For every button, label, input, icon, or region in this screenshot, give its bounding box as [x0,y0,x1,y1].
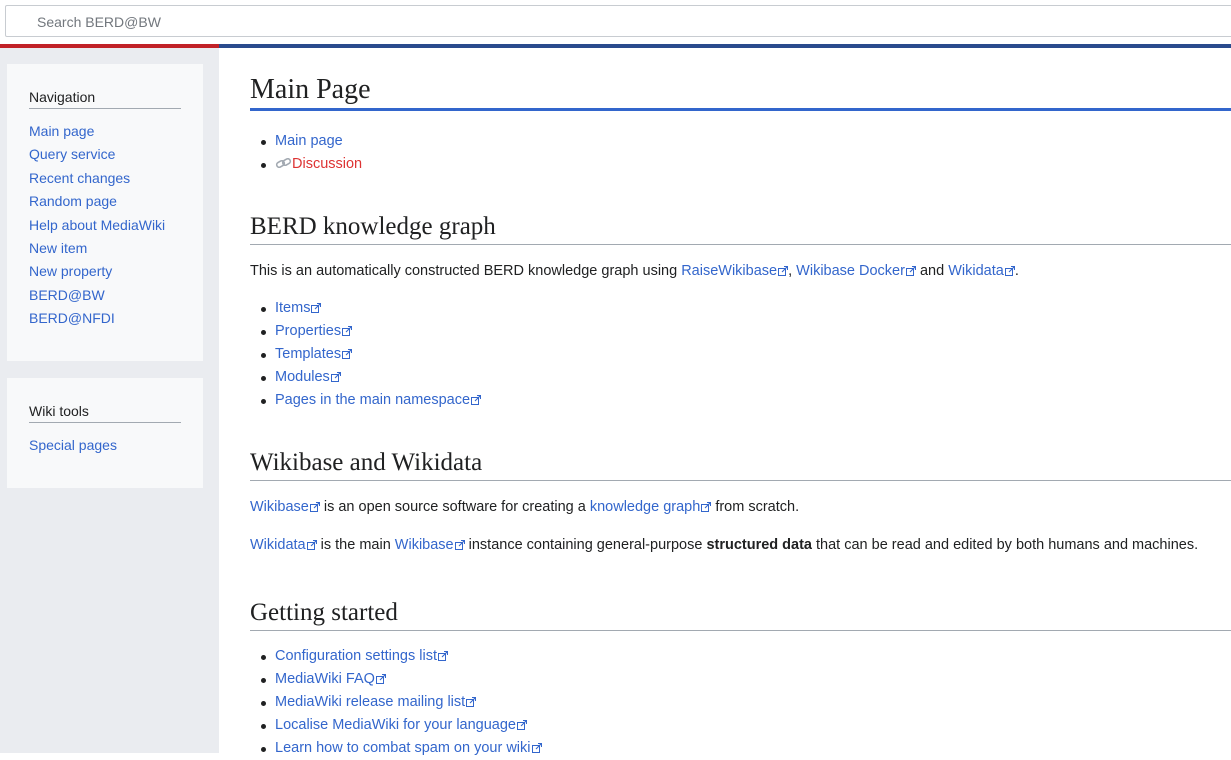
external-link-icon [531,743,542,753]
berd-intro: This is an automatically constructed BER… [250,261,1231,281]
wikidata-text-3: that can be read and edited by both huma… [812,537,1199,553]
configuration-settings-link[interactable]: Configuration settings list [275,648,437,664]
wikibase-text-2: from scratch. [711,499,800,515]
sidebar-item-berd-bw: BERD@BW [29,284,181,307]
page-title: Main Page [250,74,1231,111]
list-item: Items [261,297,1231,320]
sidebar-link-random-page[interactable]: Random page [29,193,117,209]
list-item: MediaWiki FAQ [261,668,1231,691]
external-link-icon [330,372,341,382]
external-link-icon [342,326,353,336]
section-heading-berd: BERD knowledge graph [250,211,1231,245]
external-link-icon [701,502,712,512]
properties-link[interactable]: Properties [275,323,341,339]
wiki-tools-list: Special pages [29,434,181,457]
getting-started-list: Configuration settings list MediaWiki FA… [250,645,1231,760]
section-heading-getting-started: Getting started [250,597,1231,631]
list-item: Configuration settings list [261,645,1231,668]
sidebar-link-recent-changes[interactable]: Recent changes [29,170,130,186]
external-link-icon [905,266,916,276]
sidebar-link-berd-nfdi[interactable]: BERD@NFDI [29,310,115,326]
berd-sep2: and [915,263,949,279]
tab-main-page: Main page [261,130,1231,153]
list-item: Templates [261,343,1231,366]
wikibase-text-1: is an open source software for creating … [319,499,590,515]
sidebar-item-special-pages: Special pages [29,434,181,457]
sidebar-item-help: Help about MediaWiki [29,214,181,237]
tab-discussion-link[interactable]: Discussion [292,156,362,172]
berd-end: . [1014,263,1019,279]
list-item: Pages in the main namespace [261,389,1231,412]
mediawiki-faq-link[interactable]: MediaWiki FAQ [275,671,375,687]
sidebar-link-help[interactable]: Help about MediaWiki [29,217,165,233]
navigation-list: Main page Query service Recent changes R… [29,120,181,331]
sidebar-item-berd-nfdi: BERD@NFDI [29,307,181,330]
berd-sep1: , [788,263,797,279]
sidebar-item-main-page: Main page [29,120,181,143]
wikidata-link[interactable]: Wikidata [948,263,1004,279]
external-link-icon [438,651,448,661]
search-box[interactable] [5,5,1231,37]
berd-links-list: Items Properties Templates Modules Pages… [250,297,1231,412]
tab-discussion: Discussion [261,153,1231,176]
sidebar-link-new-property[interactable]: New property [29,263,112,279]
tab-main-page-link[interactable]: Main page [275,133,343,149]
list-item: Properties [261,320,1231,343]
structured-data-bold: structured data [706,537,812,553]
knowledge-graph-link[interactable]: knowledge graph [590,499,700,515]
berd-intro-text: This is an automatically constructed BER… [250,263,682,279]
external-link-icon [471,395,482,405]
wikibase-paragraph: Wikibase is an open source software for … [250,497,1231,517]
combat-spam-link[interactable]: Learn how to combat spam on your wiki [275,740,531,756]
sidebar-link-new-item[interactable]: New item [29,240,87,256]
external-link-icon [342,349,353,359]
list-item: Localise MediaWiki for your language [261,714,1231,737]
wikidata-text-2: instance containing general-purpose [464,537,707,553]
search-input[interactable] [37,13,637,31]
external-link-icon [517,720,527,730]
external-link-icon [375,674,386,684]
wikidata-link-2[interactable]: Wikidata [250,537,306,553]
sidebar-item-random-page: Random page [29,190,181,213]
wiki-tools-heading: Wiki tools [29,403,181,423]
sidebar-item-new-property: New property [29,260,181,283]
release-mailing-list-link[interactable]: MediaWiki release mailing list [275,694,465,710]
wikidata-paragraph: Wikidata is the main Wikibase instance c… [250,535,1231,555]
page-tabs: Main page Discussion [250,130,1231,176]
external-link-icon [466,697,477,707]
raisewikibase-link[interactable]: RaiseWikibase [681,263,777,279]
external-link-icon [311,303,322,313]
navigation-portlet: Navigation Main page Query service Recen… [7,64,203,361]
sidebar-item-query-service: Query service [29,143,181,166]
wiki-tools-portlet: Wiki tools Special pages [7,378,203,488]
sidebar-link-special-pages[interactable]: Special pages [29,437,117,453]
list-item: Learn how to combat spam on your wiki [261,737,1231,760]
external-link-icon [309,502,320,512]
link-chain-icon [275,154,292,169]
external-link-icon [306,540,317,550]
pages-main-namespace-link[interactable]: Pages in the main namespace [275,392,470,408]
wikibase-link-2[interactable]: Wikibase [395,537,454,553]
modules-link[interactable]: Modules [275,369,330,385]
wikibase-link[interactable]: Wikibase [250,499,309,515]
wikidata-text-1: is the main [316,537,395,553]
templates-link[interactable]: Templates [275,346,341,362]
navigation-heading: Navigation [29,89,181,109]
sidebar-link-berd-bw[interactable]: BERD@BW [29,287,105,303]
sidebar-item-new-item: New item [29,237,181,260]
external-link-icon [454,540,465,550]
list-item: Modules [261,366,1231,389]
localise-mediawiki-link[interactable]: Localise MediaWiki for your language [275,717,516,733]
sidebar-link-main-page[interactable]: Main page [29,123,94,139]
main-content: Main Page Main page Discussion BERD know… [250,48,1231,760]
external-link-icon [1004,266,1015,276]
items-link[interactable]: Items [275,300,310,316]
wikibase-docker-link[interactable]: Wikibase Docker [796,263,905,279]
list-item: MediaWiki release mailing list [261,691,1231,714]
external-link-icon [778,266,789,276]
sidebar-item-recent-changes: Recent changes [29,167,181,190]
sidebar-link-query-service[interactable]: Query service [29,146,115,162]
section-heading-wikibase: Wikibase and Wikidata [250,447,1231,481]
sidebar: Navigation Main page Query service Recen… [0,48,219,753]
